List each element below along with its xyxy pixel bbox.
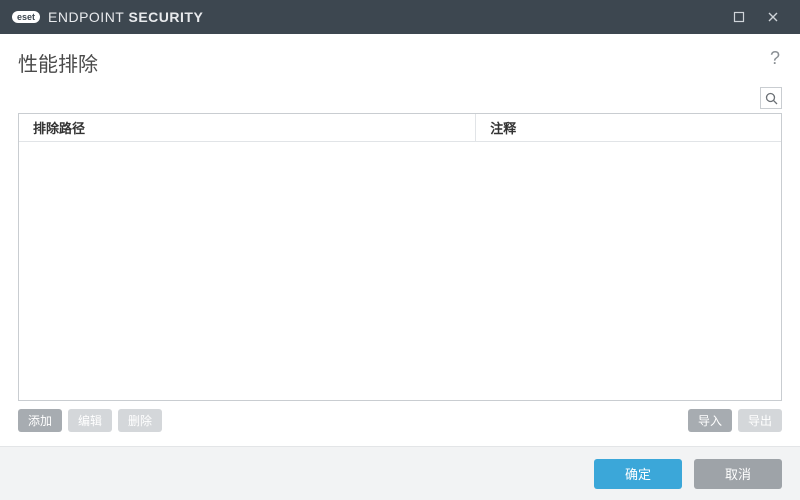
import-button[interactable]: 导入 <box>688 409 732 432</box>
cancel-button[interactable]: 取消 <box>694 459 782 489</box>
close-icon <box>767 11 779 23</box>
table-body[interactable] <box>19 142 781 400</box>
add-button[interactable]: 添加 <box>18 409 62 432</box>
window-close-button[interactable] <box>756 0 790 34</box>
search-row <box>18 87 782 109</box>
search-icon <box>765 92 778 105</box>
help-button[interactable]: ? <box>770 48 780 69</box>
page-title: 性能排除 <box>18 48 782 77</box>
brand-light: ENDPOINT <box>48 9 128 25</box>
ok-button[interactable]: 确定 <box>594 459 682 489</box>
brand-badge: eset <box>12 11 40 23</box>
window-maximize-button[interactable] <box>722 0 756 34</box>
brand-bold: SECURITY <box>129 9 204 25</box>
brand-text: ENDPOINT SECURITY <box>48 9 203 25</box>
export-button[interactable]: 导出 <box>738 409 782 432</box>
footer: 确定 取消 <box>0 446 800 500</box>
edit-button[interactable]: 编辑 <box>68 409 112 432</box>
titlebar: eset ENDPOINT SECURITY <box>0 0 800 34</box>
search-button[interactable] <box>760 87 782 109</box>
brand: eset ENDPOINT SECURITY <box>12 9 203 25</box>
exclusion-table: 排除路径 注释 <box>18 113 782 401</box>
action-row: 添加 编辑 删除 导入 导出 <box>18 409 782 432</box>
delete-button[interactable]: 删除 <box>118 409 162 432</box>
content-area: 性能排除 ? 排除路径 注释 添加 编辑 删除 导入 导出 <box>0 34 800 446</box>
help-icon: ? <box>770 48 780 68</box>
table-header: 排除路径 注释 <box>19 114 781 142</box>
square-icon <box>733 11 745 23</box>
column-header-comment[interactable]: 注释 <box>476 118 781 137</box>
column-header-path[interactable]: 排除路径 <box>19 114 476 141</box>
